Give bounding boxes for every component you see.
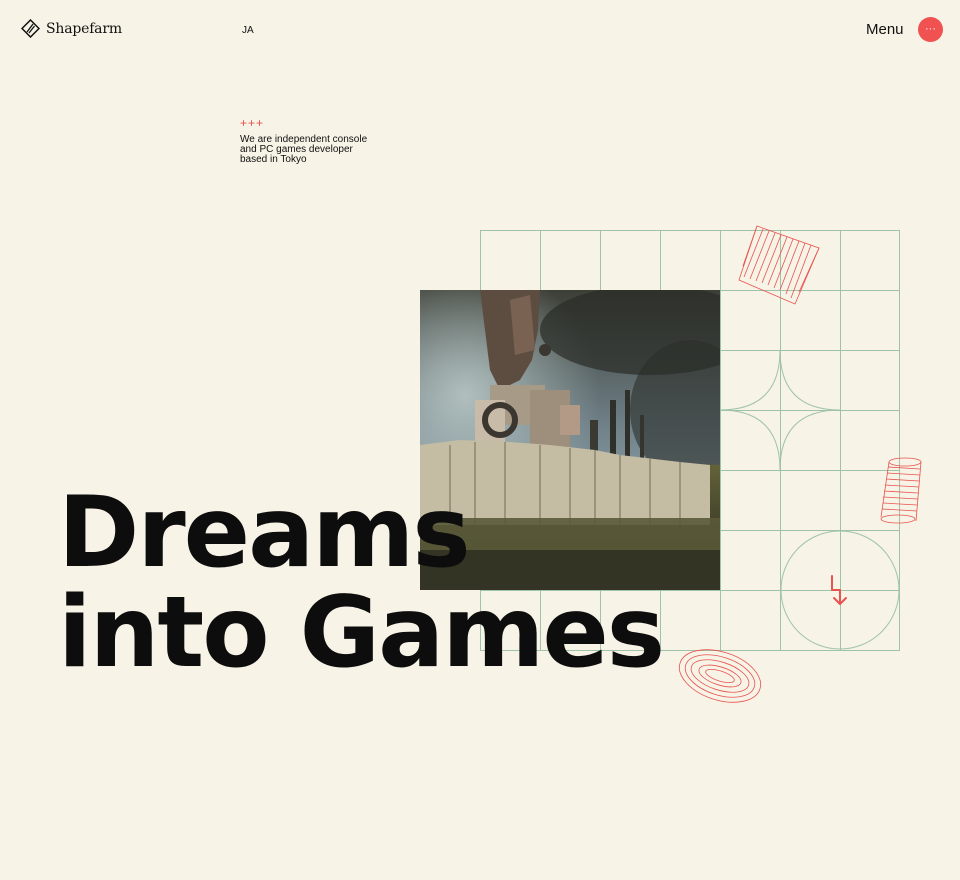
arrow-down-right-icon[interactable] [826, 574, 852, 608]
tagline: We are independent console and PC games … [240, 134, 368, 165]
headline-line-2: into Games [58, 576, 665, 690]
shapefarm-logo-icon [21, 19, 40, 38]
logo-text: Shapefarm [46, 20, 122, 37]
logo-link[interactable]: Shapefarm [21, 19, 122, 38]
hero-headline: Dreams into Games [58, 476, 665, 690]
menu-label[interactable]: Menu [866, 21, 904, 38]
wireframe-cube-shape [738, 225, 820, 305]
wireframe-ring-shape [678, 649, 762, 703]
headline-line-1: Dreams [58, 476, 471, 590]
more-dots-icon: ··· [925, 23, 936, 35]
wireframe-cylinder-shape [880, 457, 922, 524]
decorative-pluses: +++ [240, 116, 265, 130]
menu-button[interactable]: ··· [918, 17, 943, 42]
language-toggle[interactable]: JA [242, 25, 254, 36]
